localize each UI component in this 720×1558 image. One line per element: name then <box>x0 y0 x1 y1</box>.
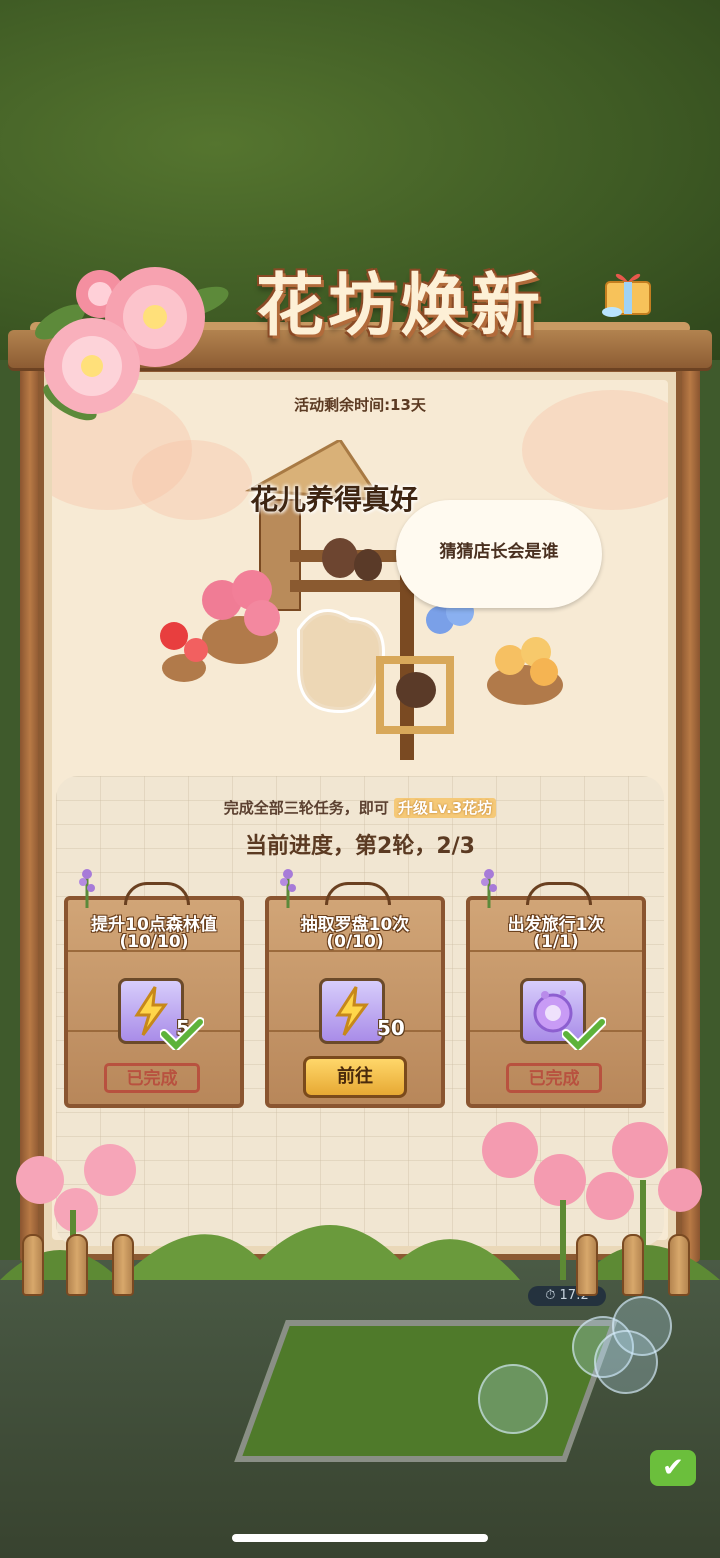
grass-plot <box>234 1320 618 1462</box>
event-title: 花坊焕新 <box>255 266 544 346</box>
go-button[interactable]: 前往 <box>303 1056 407 1098</box>
fence-post <box>66 1234 88 1296</box>
lavender-icon <box>280 869 296 908</box>
task-card: 抽取罗盘10次 (0/10) 50 前往 <box>265 869 445 1114</box>
progress-text: 当前进度，第2轮，2/3 <box>245 834 475 859</box>
lightning-icon <box>319 978 385 1044</box>
task-count: (1/1) <box>533 932 579 952</box>
fence-post <box>576 1234 598 1296</box>
event-timer: 活动剩余时间:13天 <box>294 396 426 414</box>
completed-stamp: 已完成 <box>104 1063 200 1093</box>
task-card: 提升10点森林值 (10/10) 5 已完成 <box>64 869 244 1114</box>
gift-box-icon[interactable] <box>598 262 658 320</box>
fence-post <box>22 1234 44 1296</box>
bubble-icon[interactable] <box>478 1364 548 1434</box>
upgrade-highlight: 升级Lv.3花坊 <box>394 798 497 818</box>
card-hanger <box>526 882 592 905</box>
task-card: 出发旅行1次 (1/1) 已完成 <box>466 869 646 1114</box>
task-info: 完成全部三轮任务，即可 升级Lv.3花坊 <box>150 797 570 818</box>
task-info-text: 完成全部三轮任务，即可 <box>223 799 389 817</box>
completed-stamp: 已完成 <box>506 1063 602 1093</box>
lavender-icon <box>79 869 95 908</box>
bottom-flowers <box>0 1122 720 1280</box>
fence-post <box>668 1234 690 1296</box>
fence-post <box>112 1234 134 1296</box>
home-indicator[interactable] <box>232 1534 488 1542</box>
task-count: (10/10) <box>119 932 189 952</box>
check-icon[interactable]: ✔ <box>650 1450 696 1486</box>
bubble-icon[interactable] <box>594 1330 658 1394</box>
check-icon <box>160 1017 204 1050</box>
lavender-icon <box>481 869 497 908</box>
card-hanger <box>325 882 391 905</box>
reward-amount: 50 <box>377 1016 405 1040</box>
fence-post <box>622 1234 644 1296</box>
task-count: (0/10) <box>326 932 384 952</box>
card-hanger <box>124 882 190 905</box>
check-icon <box>562 1017 606 1050</box>
speech-text: 猜猜店长会是谁 <box>439 542 559 562</box>
